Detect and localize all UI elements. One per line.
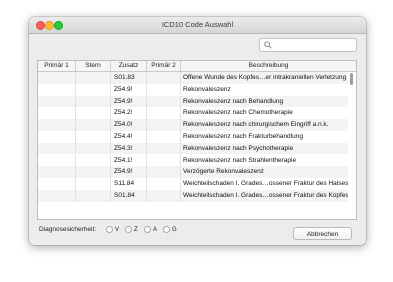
- cell-stern: [76, 119, 111, 131]
- certainty-radio-a[interactable]: [144, 226, 151, 233]
- column-header-stern[interactable]: Stern: [76, 61, 111, 71]
- cell-stern: [76, 83, 111, 96]
- cell-zusatz: S01.84: [111, 190, 147, 202]
- cell-stern: [76, 178, 111, 190]
- cell-beschreibung: Verzögerte Rekonvaleszenz: [183, 168, 264, 176]
- cell-stern: [76, 131, 111, 143]
- cell-stern: [76, 72, 111, 84]
- table-row[interactable]: Z54.0! Rekonvaleszenz nach chirurgischem …: [38, 119, 348, 131]
- table-row[interactable]: Z54.1! Rekonvaleszenz nach Strahlentherap…: [38, 154, 348, 167]
- cell-beschreibung: Rekonvaleszenz nach Chemotherapie: [183, 109, 293, 117]
- cell-stern: [76, 107, 111, 119]
- cell-stern: [76, 154, 111, 167]
- cell-primaer2: [147, 142, 181, 155]
- table-row[interactable]: Z54.9! Verzögerte Rekonvaleszenz: [38, 166, 348, 178]
- column-header-zusatz[interactable]: Zusatz: [111, 61, 147, 71]
- cell-primaer1: [38, 119, 76, 131]
- cell-primaer2: [147, 178, 181, 190]
- cell-primaer1: [38, 154, 76, 167]
- cell-primaer2: [147, 95, 181, 108]
- cell-beschreibung: Rekonvaleszenz nach Strahlentherapie: [183, 156, 297, 164]
- table-row[interactable]: S01.84 Weichteilschaden I. Grades…ossener…: [38, 190, 348, 202]
- cell-primaer2: [147, 72, 181, 84]
- cell-primaer2: [147, 107, 181, 119]
- cell-beschreibung: Rekonvaleszenz: [183, 85, 231, 93]
- cell-zusatz: Z54.9!: [111, 166, 147, 178]
- cell-zusatz: Z54.9!: [111, 83, 147, 96]
- cell-beschreibung: Rekonvaleszenz nach chirurgischem Eingri…: [183, 121, 329, 129]
- table-row[interactable]: Z54.9! Rekonvaleszenz: [38, 83, 348, 96]
- window-title: ICD10 Code Auswahl: [161, 20, 234, 29]
- cell-zusatz: Z54.2!: [111, 107, 147, 119]
- cell-primaer1: [38, 95, 76, 108]
- cell-primaer1: [38, 190, 76, 202]
- cell-zusatz: Z54.0!: [111, 119, 147, 131]
- dialog-window: ICD10 Code Auswahl Primär 1 Stern Zusatz…: [29, 17, 366, 245]
- table-row[interactable]: Z54.9! Rekonvaleszenz nach Behandlung: [38, 95, 348, 108]
- certainty-option-label: Z: [134, 227, 138, 233]
- cell-primaer1: [38, 142, 76, 155]
- scrollbar-thumb[interactable]: [350, 73, 353, 85]
- cell-primaer2: [147, 83, 181, 96]
- cell-beschreibung: Rekonvaleszenz nach Psychotherapie: [183, 144, 294, 152]
- search-input[interactable]: [259, 38, 357, 52]
- search-icon: [264, 41, 272, 49]
- certainty-option-label: V: [115, 227, 120, 233]
- cell-zusatz: Z54.1!: [111, 154, 147, 167]
- table-scrollbar[interactable]: [349, 72, 355, 218]
- code-table: Primär 1 Stern Zusatz Primär 2 Beschreib…: [37, 60, 357, 220]
- cell-stern: [76, 190, 111, 202]
- cell-primaer1: [38, 178, 76, 190]
- cell-primaer2: [147, 131, 181, 143]
- table-row[interactable]: Z54.2! Rekonvaleszenz nach Chemotherapie: [38, 107, 348, 119]
- certainty-option-label: G: [172, 227, 177, 233]
- cell-primaer1: [38, 166, 76, 178]
- cell-zusatz: S11.84: [111, 178, 147, 190]
- cell-primaer1: [38, 107, 76, 119]
- cancel-button[interactable]: Abbrechen: [293, 227, 352, 240]
- cell-stern: [76, 95, 111, 108]
- cell-stern: [76, 142, 111, 155]
- cell-primaer2: [147, 154, 181, 167]
- cell-zusatz: Z54.4!: [111, 131, 147, 143]
- certainty-label: Diagnosesicherheit:: [39, 226, 97, 233]
- column-header-primaer2[interactable]: Primär 2: [147, 61, 181, 71]
- cell-primaer2: [147, 119, 181, 131]
- cell-beschreibung: Offene Wunde des Kopfes…er intrakraniell…: [183, 74, 347, 81]
- cell-primaer1: [38, 131, 76, 143]
- table-row[interactable]: Z54.4! Rekonvaleszenz nach Frakturbehandl…: [38, 131, 348, 143]
- cell-beschreibung: Weichteilschaden I. Grades…ossener Frakt…: [183, 192, 348, 199]
- cell-beschreibung: Rekonvaleszenz nach Frakturbehandlung: [183, 133, 303, 140]
- cell-primaer2: [147, 166, 181, 178]
- cell-zusatz: Z54.3!: [111, 142, 147, 155]
- table-row[interactable]: Z54.3! Rekonvaleszenz nach Psychotherapie: [38, 142, 348, 155]
- cell-stern: [76, 166, 111, 178]
- table-row[interactable]: S01.83 Offene Wunde des Kopfes…er intrakr…: [38, 72, 348, 84]
- certainty-radio-v[interactable]: [106, 226, 113, 233]
- cell-primaer1: [38, 72, 76, 84]
- cell-primaer1: [38, 83, 76, 96]
- cell-beschreibung: Rekonvaleszenz nach Behandlung: [183, 97, 284, 105]
- column-header-primaer1[interactable]: Primär 1: [38, 61, 76, 71]
- cell-zusatz: Z54.9!: [111, 95, 147, 108]
- certainty-option-label: A: [153, 227, 158, 233]
- table-row[interactable]: S11.84 Weichteilschaden I. Grades…ossener…: [38, 178, 348, 190]
- table-header: Primär 1 Stern Zusatz Primär 2 Beschreib…: [38, 61, 356, 72]
- cell-beschreibung: Weichteilschaden I. Grades…ossener Frakt…: [183, 180, 348, 188]
- cell-primaer2: [147, 190, 181, 202]
- certainty-radio-g[interactable]: [163, 226, 170, 233]
- certainty-radio-z[interactable]: [125, 226, 132, 233]
- title-bar: ICD10 Code Auswahl: [29, 17, 366, 34]
- column-header-beschreibung[interactable]: Beschreibung: [181, 61, 356, 71]
- cell-zusatz: S01.83: [111, 72, 147, 84]
